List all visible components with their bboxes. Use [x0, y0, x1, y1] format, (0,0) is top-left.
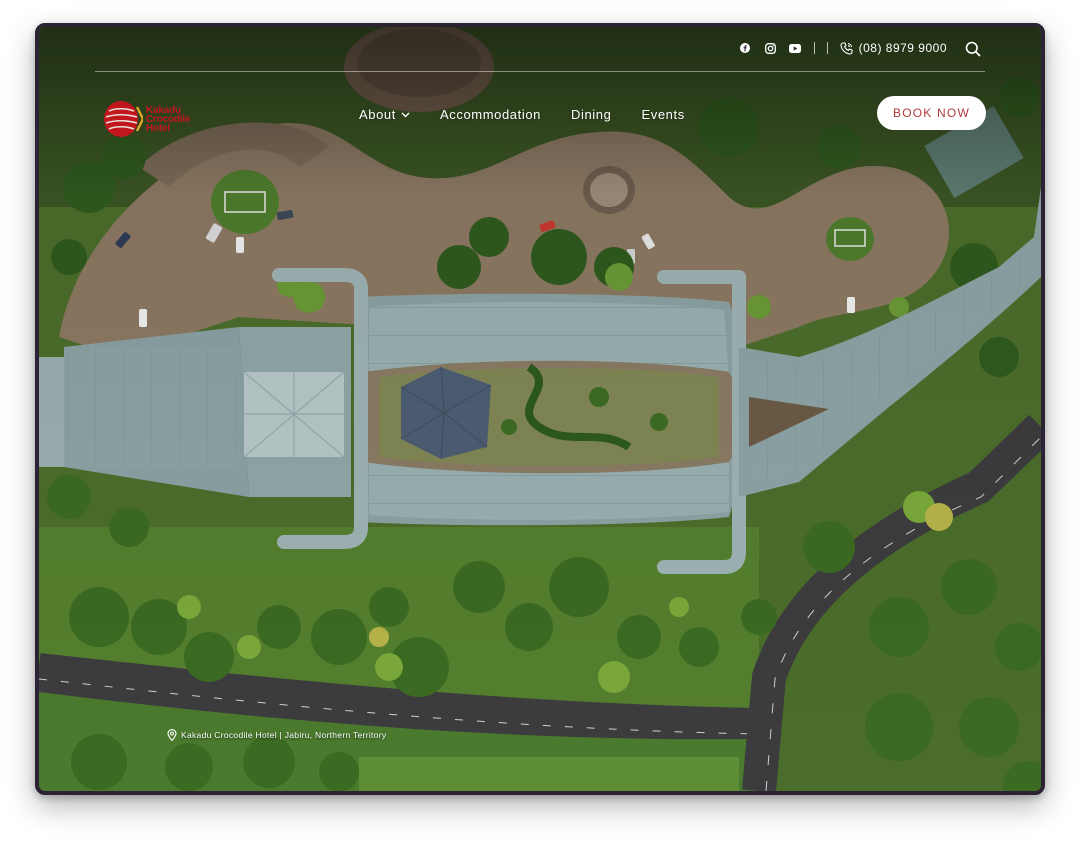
nav-item-label: Dining — [571, 107, 612, 122]
crocodile-logo-icon — [104, 101, 143, 137]
search-button[interactable] — [965, 41, 981, 57]
nav-item-accommodation[interactable]: Accommodation — [440, 107, 541, 122]
chevron-down-icon — [401, 112, 410, 117]
phone-link[interactable]: (08) 8979 9000 — [840, 41, 947, 55]
separator — [826, 42, 828, 54]
nav-item-label: Accommodation — [439, 107, 541, 122]
youtube-icon[interactable] — [789, 42, 802, 55]
brand-wordmark: Kakadu Crocodile Hotel — [146, 105, 191, 134]
hero-aerial-image — [39, 27, 1041, 791]
map-pin-icon — [167, 729, 177, 741]
brand-line-3: Hotel — [146, 122, 171, 134]
instagram-icon[interactable] — [764, 42, 777, 55]
location-text: Kakadu Crocodile Hotel | Jabiru, Norther… — [181, 730, 387, 740]
nav-item-label: About — [359, 107, 396, 122]
nav-item-label: Events — [641, 107, 685, 122]
location-caption: Kakadu Crocodile Hotel | Jabiru, Norther… — [167, 729, 386, 741]
phone-icon — [840, 41, 853, 55]
search-icon — [965, 41, 981, 57]
book-now-button[interactable]: BOOK NOW — [877, 96, 986, 130]
utility-bar: (08) 8979 9000 — [739, 41, 947, 55]
nav-item-events[interactable]: Events — [641, 107, 684, 122]
nav-item-about[interactable]: About — [359, 107, 410, 122]
header-divider — [95, 71, 985, 72]
aerial-photo — [39, 27, 1041, 791]
main-nav: About Accommodation Dining Events — [359, 107, 685, 122]
separator — [813, 42, 815, 54]
nav-item-dining[interactable]: Dining — [571, 107, 611, 122]
browser-window: (08) 8979 9000 Kakadu Crocodile Hotel Ab… — [35, 23, 1045, 795]
facebook-icon[interactable] — [739, 42, 752, 55]
brand-logo[interactable]: Kakadu Crocodile Hotel — [103, 99, 191, 139]
phone-number: (08) 8979 9000 — [858, 41, 947, 55]
